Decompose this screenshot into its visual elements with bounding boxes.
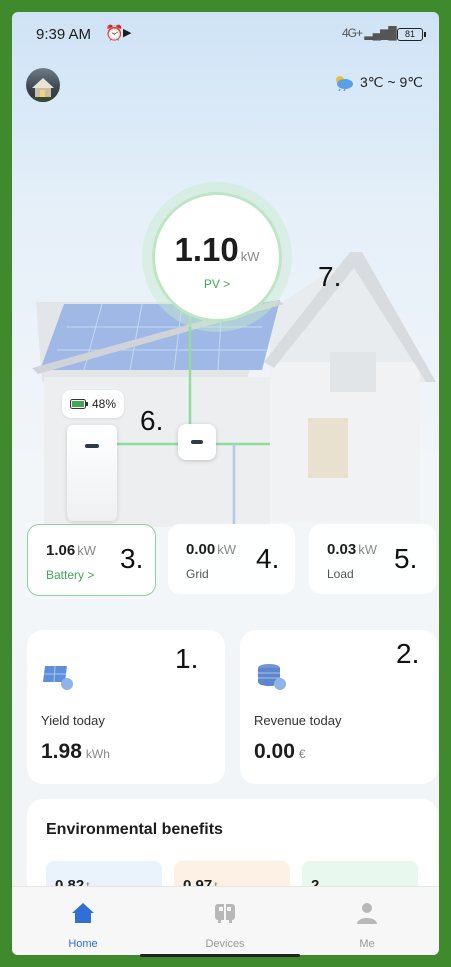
alarm-off-icon: ⏰ [105, 25, 124, 42]
cloud-rain-icon [336, 75, 354, 91]
devices-icon [215, 904, 235, 923]
coins-icon [258, 664, 286, 690]
avatar[interactable] [26, 68, 60, 102]
revenue-label: Revenue today [254, 713, 342, 728]
yield-label: Yield today [41, 713, 105, 728]
annotation-3: 3. [120, 543, 144, 574]
play-icon: ▶ [123, 27, 132, 39]
annotation-5: 5. [394, 543, 418, 574]
revenue-card[interactable]: 2. Revenue today 0.00 € [240, 630, 438, 784]
annotation-2: 2. [396, 638, 420, 669]
signal-icon: 4G+ ▂▄▆█ [342, 26, 397, 40]
status-time: 9:39 AM [36, 26, 92, 43]
annotation-4: 4. [256, 543, 280, 574]
house-photo-icon [26, 78, 60, 102]
tab-home-label: Home [68, 938, 98, 950]
home-indicator[interactable] [140, 954, 300, 957]
annotation-1: 1. [175, 643, 199, 674]
battery-percent: 48% [91, 397, 117, 411]
battery-status-icon: 81 [397, 28, 426, 41]
battery-charging-icon [69, 399, 88, 409]
inverter-device [178, 424, 216, 460]
solar-panel-icon [43, 665, 73, 690]
home-icon [72, 903, 94, 923]
pv-link[interactable]: PV > [155, 277, 279, 291]
grid-power-value: 0.00 kW [186, 541, 236, 558]
tab-devices-label: Devices [205, 938, 245, 950]
tab-me-label: Me [359, 938, 375, 950]
status-bar: 9:39 AM ⏰ ▶ 4G+ ▂▄▆█ 81 [12, 12, 439, 52]
pv-unit: kW [240, 249, 260, 264]
battery-power-value: 1.06 kW [46, 542, 96, 559]
annotation-7: 7. [318, 261, 342, 292]
yield-card[interactable]: 1. Yield today 1.98 kWh [27, 630, 225, 784]
tab-home[interactable]: Home [12, 887, 154, 955]
pv-power-circle[interactable]: 1.10 kW PV > [152, 192, 282, 322]
annotation-6: 6. [140, 405, 164, 436]
battery-link[interactable]: Battery > [46, 568, 94, 582]
grid-label: Grid [186, 567, 209, 581]
battery-device [67, 425, 117, 521]
person-icon [357, 903, 377, 924]
pv-value: 1.10 kW [174, 231, 260, 268]
tab-me[interactable]: Me [296, 887, 438, 955]
yield-value: 1.98 kWh [41, 740, 110, 763]
bottom-tab-bar: Home Devices Me [12, 886, 439, 955]
load-power-value: 0.03 kW [327, 541, 377, 558]
battery-level-badge: 48% [62, 390, 124, 418]
revenue-value: 0.00 € [254, 740, 306, 763]
temperature-range: 3℃ ~ 9℃ [360, 74, 423, 90]
environmental-benefits-title: Environmental benefits [46, 821, 223, 838]
weather-widget[interactable]: 3℃ ~ 9℃ [334, 74, 423, 91]
tab-devices[interactable]: Devices [154, 887, 296, 955]
network-type: 4G+ [342, 26, 363, 40]
load-label: Load [327, 567, 354, 581]
app-screen: 9:39 AM ⏰ ▶ 4G+ ▂▄▆█ 81 3℃ ~ 9℃ 1.10 kW … [12, 12, 439, 955]
